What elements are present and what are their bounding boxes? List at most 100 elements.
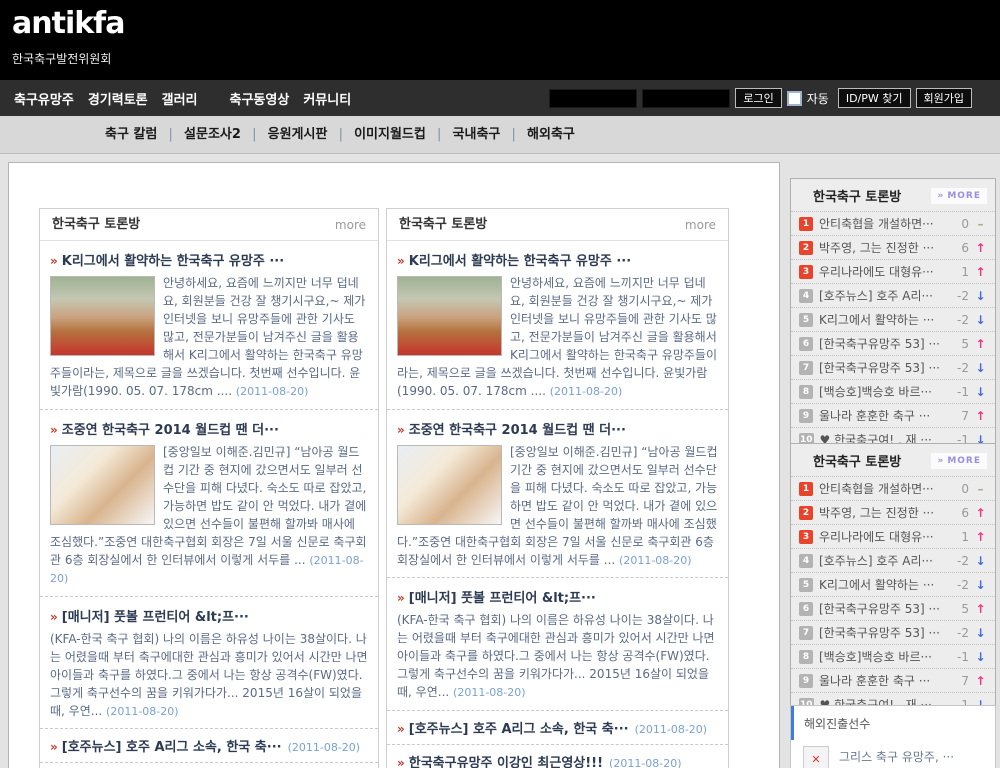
ranking-link[interactable]: [백승호]백승호 바르···	[819, 383, 945, 400]
double-arrow-icon: »	[937, 191, 944, 201]
nav-item-community[interactable]: 커뮤니티	[303, 89, 351, 108]
site-logo[interactable]: antikfa	[12, 6, 1000, 42]
post-title[interactable]: »조중연 한국축구 2014 월드컵 땐 더···	[397, 419, 718, 438]
ranking-link[interactable]: [호주뉴스] 호주 A리···	[819, 287, 945, 304]
more-button[interactable]: »MORE	[931, 188, 987, 204]
post-date: (2011-08-20)	[236, 385, 309, 398]
subnav-item-overseas[interactable]: 해외축구	[527, 127, 575, 142]
site-header: antikfa 한국축구발전위원회	[0, 0, 1000, 80]
login-button[interactable]: 로그인	[735, 88, 781, 108]
subnav-item-imageworldcup[interactable]: 이미지월드컵	[354, 127, 426, 142]
ranking-link[interactable]: 박주영, 그는 진정한 ···	[819, 239, 945, 256]
post-date: (2011-08-20)	[288, 741, 361, 754]
ranking-link[interactable]: [한국축구유망주 53] ···	[819, 600, 945, 617]
post-link-row[interactable]: »한국축구유망주 이강인 최근영상!!!(2011-08-20)	[40, 763, 378, 768]
overseas-item-title[interactable]: 그리스 축구 유망주, ···	[839, 746, 954, 768]
join-button[interactable]: 회원가입	[916, 88, 972, 108]
post-link-row[interactable]: »[호주뉴스] 호주 A리그 소속, 한국 축···(2011-08-20)	[387, 711, 728, 745]
ranking-link[interactable]: 우리나라에도 대형유···	[819, 263, 945, 280]
post-title[interactable]: »K리그에서 활약하는 한국축구 유망주 ···	[397, 250, 718, 269]
post-body: (KFA-한국 축구 협회) 나의 이름은 하유성 나이는 38살이다. 나는 …	[397, 611, 718, 702]
post-thumbnail[interactable]	[50, 445, 155, 525]
sidebar-panel-title: 한국축구 토론방	[813, 451, 901, 470]
vote-count: 5	[945, 602, 969, 616]
vote-count: -2	[945, 578, 969, 592]
trend-up-icon: ↑	[974, 530, 987, 544]
ranking-link[interactable]: 박주영, 그는 진정한 ···	[819, 504, 945, 521]
post-thumbnail[interactable]	[50, 276, 155, 356]
subnav-item-column[interactable]: 축구 칼럼	[105, 127, 157, 142]
trend-up-icon: ↑	[974, 241, 987, 255]
post-title[interactable]: »K리그에서 활약하는 한국축구 유망주 ···	[50, 250, 368, 269]
ranking-link[interactable]: K리그에서 활약하는 ···	[819, 576, 945, 593]
post-item: »[매니저] 풋볼 프런티어 &lt;프··· (KFA-한국 축구 협회) 나…	[40, 597, 378, 730]
trend-up-icon: ↑	[974, 265, 987, 279]
trend-down-icon: ↓	[974, 385, 987, 399]
arrow-bullet-icon: »	[397, 423, 405, 437]
rank-badge: 6	[799, 337, 813, 351]
post-body: 안녕하세요, 요즘에 느끼지만 너무 덥네요, 회원분들 건강 잘 챙기시구요,…	[50, 274, 368, 401]
overseas-item[interactable]: ✕ 그리스 축구 유망주, ···	[791, 740, 995, 768]
more-link[interactable]: more	[685, 209, 716, 241]
username-input[interactable]	[549, 89, 637, 108]
ranking-link[interactable]: K리그에서 활약하는 ···	[819, 311, 945, 328]
rank-badge: 3	[799, 530, 813, 544]
ranking-row: 4[호주뉴스] 호주 A리···-2↓	[791, 283, 995, 307]
password-input[interactable]	[642, 89, 730, 108]
ranking-row: 5K리그에서 활약하는 ···-2↓	[791, 307, 995, 331]
ranking-link[interactable]: 안티축협을 개설하면···	[819, 215, 945, 232]
subnav-item-survey[interactable]: 설문조사2	[184, 127, 241, 142]
ranking-link[interactable]: 울나라 훈훈한 축구 ···	[819, 407, 945, 424]
trend-up-icon: ↑	[974, 409, 987, 423]
post-link-row[interactable]: »한국축구유망주 이강인 최근영상!!!(2011-08-20)	[387, 745, 728, 768]
arrow-bullet-icon: »	[50, 610, 58, 624]
subnav-separator: |	[169, 127, 173, 142]
vote-count: 7	[945, 409, 969, 423]
trend-up-icon: ↑	[974, 506, 987, 520]
ranking-link[interactable]: [한국축구유망주 53] ···	[819, 624, 945, 641]
subnav-item-cheering[interactable]: 응원게시판	[268, 127, 328, 142]
subnav-separator: |	[437, 127, 441, 142]
subnav-item-domestic[interactable]: 국내축구	[453, 127, 501, 142]
arrow-bullet-icon: »	[397, 722, 405, 736]
double-arrow-icon: »	[937, 456, 944, 466]
post-title[interactable]: »[매니저] 풋볼 프런티어 &lt;프···	[397, 587, 718, 606]
vote-count: -2	[945, 289, 969, 303]
trend-down-icon: ↓	[974, 361, 987, 375]
main-nav: 축구유망주 경기력토론 갤러리 축구동영상 커뮤니티 로그인 자동 ID/PW …	[0, 80, 1000, 116]
vote-count: 6	[945, 241, 969, 255]
auto-login-checkbox[interactable]	[787, 91, 802, 106]
ranking-link[interactable]: [백승호]백승호 바르···	[819, 648, 945, 665]
rank-badge: 4	[799, 554, 813, 568]
ranking-link[interactable]: [한국축구유망주 53] ···	[819, 335, 945, 352]
nav-item-performance[interactable]: 경기력토론	[88, 89, 148, 108]
post-date: (2011-08-20)	[453, 686, 526, 699]
post-link-row[interactable]: »[호주뉴스] 호주 A리그 소속, 한국 축···(2011-08-20)	[40, 729, 378, 763]
post-thumbnail[interactable]	[397, 445, 502, 525]
more-link[interactable]: more	[335, 209, 366, 241]
ranking-row: 7[한국축구유망주 53] ···-2↓	[791, 355, 995, 379]
ranking-link[interactable]: 우리나라에도 대형유···	[819, 528, 945, 545]
nav-item-videos[interactable]: 축구동영상	[230, 89, 290, 108]
post-title[interactable]: »조중연 한국축구 2014 월드컵 땐 더···	[50, 419, 368, 438]
auto-login-label: 자동	[807, 90, 829, 107]
board-title: 한국축구 토론방	[52, 209, 140, 241]
ranking-link[interactable]: 울나라 훈훈한 축구 ···	[819, 672, 945, 689]
find-idpw-button[interactable]: ID/PW 찾기	[838, 88, 911, 108]
sub-nav: 축구 칼럼 | 설문조사2 | 응원게시판 | 이미지월드컵 | 국내축구 | …	[0, 116, 1000, 154]
sidebar-ranking-panel-2: 한국축구 토론방 »MORE 1안티축협을 개설하면···0– 2박주영, 그는…	[790, 443, 996, 717]
post-item: »K리그에서 활약하는 한국축구 유망주 ··· 안녕하세요, 요즘에 느끼지만…	[40, 241, 378, 410]
ranking-link[interactable]: [한국축구유망주 53] ···	[819, 359, 945, 376]
rank-badge: 5	[799, 313, 813, 327]
post-date: (2011-08-20)	[635, 723, 708, 736]
ranking-link[interactable]: 안티축협을 개설하면···	[819, 480, 945, 497]
trend-flat-icon: –	[974, 217, 987, 231]
nav-item-gallery[interactable]: 갤러리	[162, 89, 198, 108]
ranking-row: 6[한국축구유망주 53] ···5↑	[791, 331, 995, 355]
post-thumbnail[interactable]	[397, 276, 502, 356]
nav-item-prospects[interactable]: 축구유망주	[14, 89, 74, 108]
ranking-row: 3우리나라에도 대형유···1↑	[791, 259, 995, 283]
more-button[interactable]: »MORE	[931, 453, 987, 469]
post-title[interactable]: »[매니저] 풋볼 프런티어 &lt;프···	[50, 606, 368, 625]
ranking-link[interactable]: [호주뉴스] 호주 A리···	[819, 552, 945, 569]
